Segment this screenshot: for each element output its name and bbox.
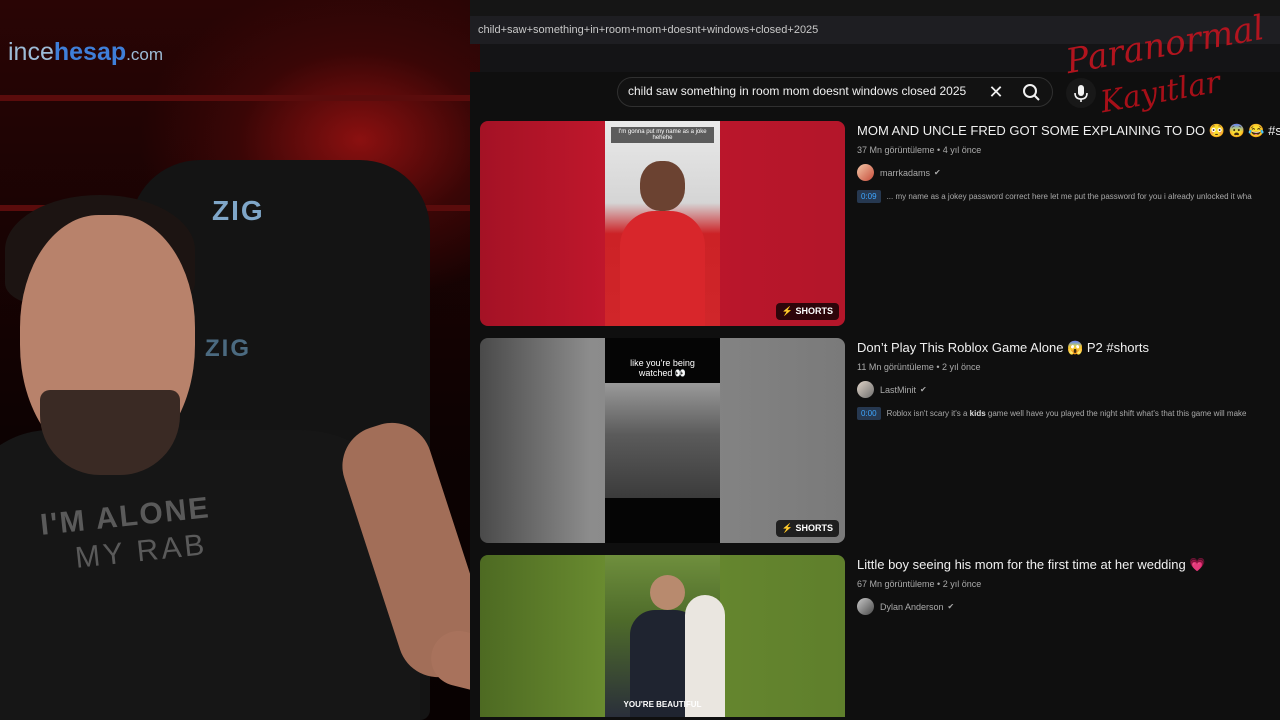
video-title[interactable]: Don’t Play This Roblox Game Alone 😱 P2 #… — [857, 340, 1280, 356]
channel-row[interactable]: marrkadams ✔ — [857, 164, 1280, 181]
video-meta: MOM AND UNCLE FRED GOT SOME EXPLAINING T… — [857, 121, 1280, 203]
snippet-part: Roblox isn't scary it's a — [886, 409, 970, 418]
snippet-text: Roblox isn't scary it's a kids game well… — [887, 409, 1247, 418]
brand-part: hesap — [53, 38, 127, 66]
thumbnail-caption: I'm gonna put my name as a joke hehehe — [611, 127, 714, 143]
shorts-badge: ⚡ SHORTS — [775, 303, 839, 320]
video-thumbnail[interactable]: like you're being watched 👀 ⚡ SHORTS — [480, 338, 845, 543]
thumbnail-frame: YOU'RE BEAUTIFUL — [605, 555, 725, 717]
webcam-overlay: ZIG ZIG I'M ALONE MY RAB — [0, 0, 500, 720]
thumbnail-scene — [605, 383, 720, 498]
chair-logo: ZIG — [212, 195, 265, 226]
thumbnail-frame: I'm gonna put my name as a joke hehehe — [605, 121, 720, 326]
timestamp-badge[interactable]: 0:00 — [857, 407, 881, 420]
video-views: 67 Mn görüntüleme • 2 yıl önce — [857, 579, 982, 589]
video-thumbnail[interactable]: YOU'RE BEAUTIFUL — [480, 555, 845, 717]
video-thumbnail[interactable]: I'm gonna put my name as a joke hehehe ⚡… — [480, 121, 845, 326]
thumbnail-figure — [650, 575, 685, 610]
video-result[interactable]: I'm gonna put my name as a joke hehehe ⚡… — [480, 121, 1280, 326]
brand-domain: .com — [126, 45, 163, 64]
shorts-label: SHORTS — [795, 523, 833, 533]
video-views: 11 Mn görüntüleme • 2 yıl önce — [857, 362, 981, 372]
avatar[interactable] — [857, 381, 874, 398]
video-result[interactable]: YOU'RE BEAUTIFUL Little boy seeing his m… — [480, 555, 1280, 717]
brand-part: ince — [8, 38, 54, 66]
thumbnail-frame: like you're being watched 👀 — [605, 338, 720, 543]
channel-name[interactable]: Dylan Anderson — [880, 602, 944, 612]
thumbnail-caption: like you're being watched 👀 — [630, 358, 695, 378]
search-icon — [1023, 84, 1040, 101]
verified-icon: ✔ — [947, 602, 955, 611]
thumbnail-figure — [640, 161, 685, 211]
brand-watermark: incehesap.com — [8, 38, 163, 67]
transcript-snippet[interactable]: 0:09 ... my name as a jokey password cor… — [857, 190, 1280, 203]
video-views: 37 Mn görüntüleme • 4 yıl önce — [857, 145, 982, 155]
verified-icon: ✔ — [920, 385, 927, 394]
snippet-highlight: kids — [969, 409, 986, 418]
shorts-badge: ⚡ SHORTS — [775, 520, 839, 537]
search-button[interactable] — [1016, 80, 1046, 104]
video-meta: Don’t Play This Roblox Game Alone 😱 P2 #… — [857, 338, 1280, 420]
chair-logo: ZIG — [205, 335, 251, 362]
video-meta: Little boy seeing his mom for the first … — [857, 555, 1280, 615]
avatar[interactable] — [857, 598, 874, 615]
thumbnail-figure — [685, 595, 725, 717]
video-result[interactable]: like you're being watched 👀 ⚡ SHORTS Don… — [480, 338, 1280, 543]
thumbnail-figure — [620, 211, 705, 326]
clear-icon[interactable]: ✕ — [986, 82, 1006, 102]
shelf — [0, 95, 500, 101]
channel-name[interactable]: LastMinit — [880, 385, 916, 395]
snippet-part: game well have you played the night shif… — [985, 409, 1247, 418]
snippet-text: ... my name as a jokey password correct … — [886, 192, 1252, 201]
verified-icon: ✔ — [934, 168, 941, 177]
video-title[interactable]: Little boy seeing his mom for the first … — [857, 557, 1280, 573]
browser-tabstrip — [470, 0, 1280, 16]
avatar[interactable] — [857, 164, 874, 181]
shorts-label: SHORTS — [795, 306, 833, 316]
address-text: child+saw+something+in+room+mom+doesnt+w… — [478, 24, 819, 36]
mic-icon — [1074, 85, 1088, 102]
channel-row[interactable]: LastMinit ✔ — [857, 381, 1280, 398]
transcript-snippet[interactable]: 0:00 Roblox isn't scary it's a kids game… — [857, 407, 1280, 420]
search-query: child saw something in room mom doesnt w… — [628, 84, 967, 98]
video-title[interactable]: MOM AND UNCLE FRED GOT SOME EXPLAINING T… — [857, 123, 1280, 139]
channel-row[interactable]: Dylan Anderson ✔ — [857, 598, 1280, 615]
channel-name[interactable]: marrkadams — [880, 168, 930, 178]
timestamp-badge[interactable]: 0:09 — [857, 190, 881, 203]
thumbnail-caption: YOU'RE BEAUTIFUL — [623, 700, 702, 709]
voice-search-button[interactable] — [1066, 78, 1096, 108]
